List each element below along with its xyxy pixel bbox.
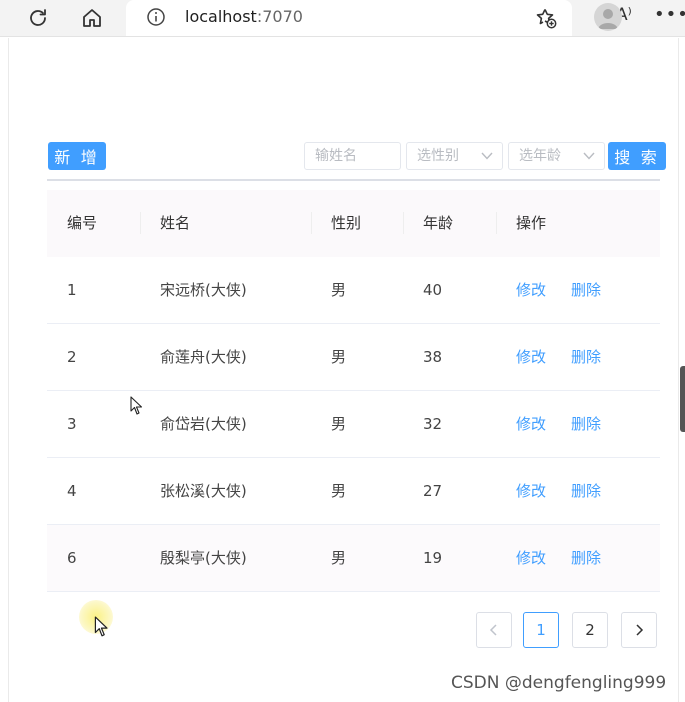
reload-icon[interactable] bbox=[26, 6, 50, 30]
gender-select[interactable]: 选性别 bbox=[406, 142, 503, 170]
delete-link[interactable]: 删除 bbox=[571, 525, 601, 591]
favorites-icon[interactable] bbox=[534, 6, 558, 30]
address-port: :7070 bbox=[256, 7, 303, 26]
cell-name: 张松溪(大侠) bbox=[160, 482, 247, 500]
column-separator bbox=[496, 212, 497, 234]
cell-gender: 男 bbox=[331, 482, 347, 500]
cell-id: 2 bbox=[67, 348, 77, 366]
gender-select-placeholder: 选性别 bbox=[417, 148, 459, 164]
more-icon[interactable]: ••• bbox=[654, 4, 685, 25]
header-id: 编号 bbox=[67, 214, 98, 232]
cell-id: 4 bbox=[67, 482, 77, 500]
cell-age: 27 bbox=[423, 482, 443, 500]
chevron-down-icon bbox=[481, 152, 493, 160]
address-text[interactable]: localhost:7070 bbox=[185, 7, 303, 27]
profile-icon[interactable] bbox=[594, 3, 622, 31]
table-row: 1 宋远桥(大侠) 男 40 修改 删除 bbox=[47, 257, 660, 324]
cell-age: 38 bbox=[423, 348, 443, 366]
cell-gender: 男 bbox=[331, 415, 347, 433]
cell-id: 3 bbox=[67, 415, 77, 433]
age-select[interactable]: 选年龄 bbox=[508, 142, 605, 170]
edit-link[interactable]: 修改 bbox=[516, 324, 546, 390]
name-search-input[interactable]: 输姓名 bbox=[304, 142, 401, 170]
page-button-1[interactable]: 1 bbox=[523, 612, 559, 648]
address-bar[interactable]: localhost:7070 A⁾ bbox=[126, 0, 632, 36]
cell-gender: 男 bbox=[331, 281, 347, 299]
header-name: 姓名 bbox=[160, 214, 191, 232]
address-host: localhost bbox=[185, 7, 257, 26]
cell-gender: 男 bbox=[331, 549, 347, 567]
column-separator bbox=[140, 212, 141, 234]
delete-link[interactable]: 删除 bbox=[571, 391, 601, 457]
chevron-right-icon bbox=[636, 624, 644, 636]
edit-link[interactable]: 修改 bbox=[516, 525, 546, 591]
table-row: 4 张松溪(大侠) 男 27 修改 删除 bbox=[47, 458, 660, 525]
header-actions: 操作 bbox=[516, 214, 547, 232]
edit-link[interactable]: 修改 bbox=[516, 458, 546, 524]
table-row: 6 殷梨亭(大侠) 男 19 修改 删除 bbox=[47, 525, 660, 592]
header-gender: 性别 bbox=[331, 214, 362, 232]
cell-name: 殷梨亭(大侠) bbox=[160, 549, 247, 567]
home-icon[interactable] bbox=[80, 6, 104, 30]
page-button-2[interactable]: 2 bbox=[572, 612, 608, 648]
chevron-left-icon bbox=[489, 624, 497, 636]
column-separator bbox=[403, 212, 404, 234]
info-icon[interactable] bbox=[146, 7, 166, 27]
delete-link[interactable]: 删除 bbox=[571, 257, 601, 323]
add-button[interactable]: 新 增 bbox=[48, 142, 106, 170]
edit-link[interactable]: 修改 bbox=[516, 257, 546, 323]
cell-gender: 男 bbox=[331, 348, 347, 366]
cell-id: 1 bbox=[67, 281, 77, 299]
cell-name: 宋远桥(大侠) bbox=[160, 281, 247, 299]
prev-page-button[interactable] bbox=[476, 612, 512, 648]
table-header: 编号 姓名 性别 年龄 操作 bbox=[47, 190, 660, 257]
chevron-down-icon bbox=[583, 152, 595, 160]
next-page-button[interactable] bbox=[621, 612, 657, 648]
cell-name: 俞岱岩(大侠) bbox=[160, 415, 247, 433]
column-separator bbox=[311, 212, 312, 234]
header-age: 年龄 bbox=[423, 214, 454, 232]
divider bbox=[47, 179, 660, 181]
cell-age: 19 bbox=[423, 549, 443, 567]
edit-link[interactable]: 修改 bbox=[516, 391, 546, 457]
table-row: 2 俞莲舟(大侠) 男 38 修改 删除 bbox=[47, 324, 660, 391]
cell-age: 32 bbox=[423, 415, 443, 433]
data-table: 编号 姓名 性别 年龄 操作 1 宋远桥(大侠) 男 40 修改 删除 2 俞莲… bbox=[47, 190, 660, 592]
scroll-handle[interactable] bbox=[680, 366, 685, 432]
cursor-icon bbox=[130, 396, 143, 415]
age-select-placeholder: 选年龄 bbox=[519, 148, 561, 164]
search-button[interactable]: 搜 索 bbox=[608, 142, 666, 170]
cell-name: 俞莲舟(大侠) bbox=[160, 348, 247, 366]
name-search-placeholder: 输姓名 bbox=[315, 148, 357, 164]
browser-toolbar: localhost:7070 A⁾ ••• bbox=[0, 0, 685, 37]
watermark: CSDN @dengfengling999 bbox=[451, 673, 667, 693]
cursor-icon bbox=[94, 616, 108, 637]
delete-link[interactable]: 删除 bbox=[571, 324, 601, 390]
delete-link[interactable]: 删除 bbox=[571, 458, 601, 524]
cell-id: 6 bbox=[67, 549, 77, 567]
cell-age: 40 bbox=[423, 281, 443, 299]
